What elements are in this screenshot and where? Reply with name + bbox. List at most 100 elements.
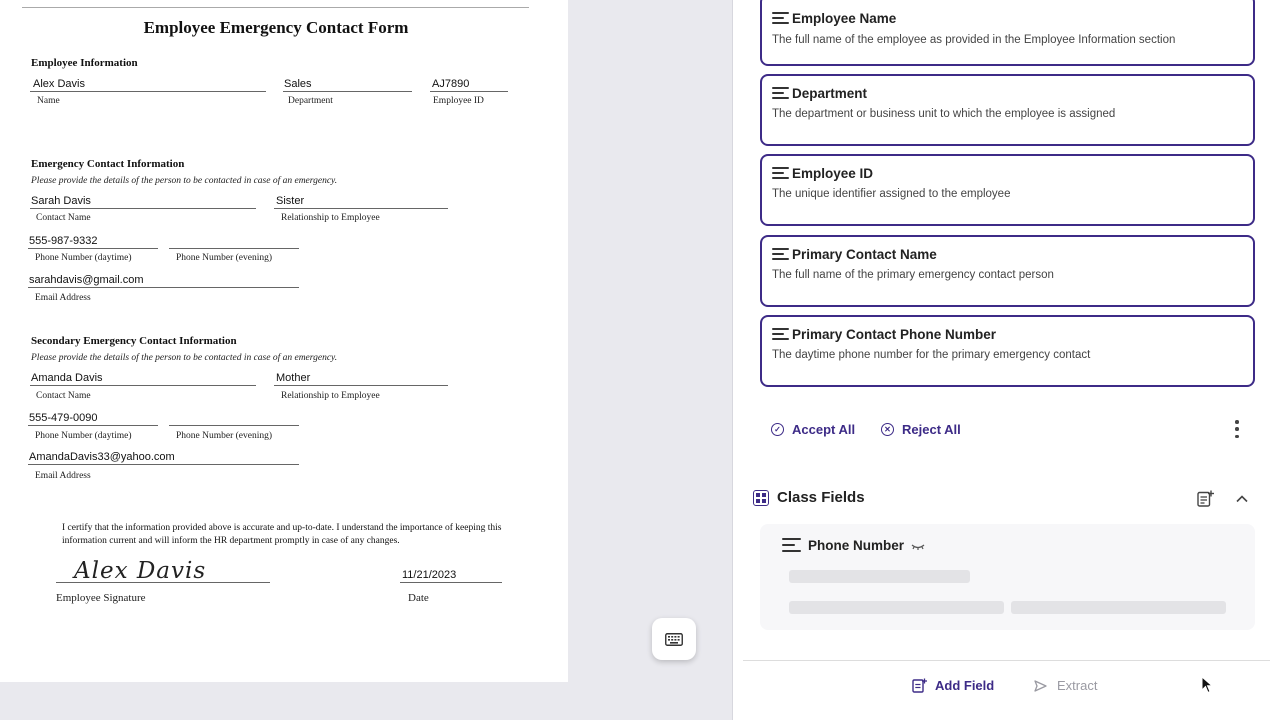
secondary-contact-name-value[interactable]: Amanda Davis [31,372,103,384]
text-lines-icon [772,167,789,180]
secondary-email-line [28,464,299,465]
emergency-contact-heading: Emergency Contact Information [31,158,185,170]
secondary-phone-day-label: Phone Number (daytime) [35,431,132,441]
field-description: The department or business unit to which… [772,108,1116,120]
secondary-contact-note: Please provide the details of the person… [31,353,338,363]
more-vertical-icon[interactable] [1231,418,1243,440]
document-page: Employee Emergency Contact Form Employee… [0,0,568,682]
extract-label: Extract [1057,678,1098,693]
primary-phone-evening-label: Phone Number (evening) [176,253,273,263]
secondary-phone-evening-label: Phone Number (evening) [176,431,273,441]
primary-contact-name-line [30,208,256,209]
field-title: Primary Contact Phone Number [792,327,997,342]
employee-name-label: Name [37,96,60,106]
chevron-up-icon[interactable] [1235,492,1249,506]
class-fields-title: Class Fields [777,489,865,506]
primary-relationship-value[interactable]: Sister [276,195,304,207]
extraction-panel: Employee Name The full name of the emplo… [732,0,1280,720]
field-card-department[interactable]: Department The department or business un… [760,74,1255,146]
send-icon [1034,679,1047,692]
signature-line [56,582,270,583]
add-field-button[interactable]: Add Field [912,678,994,693]
eye-off-icon[interactable] [911,541,925,551]
secondary-phone-evening-line[interactable] [169,425,299,426]
primary-email-line [28,287,299,288]
field-card-primary-contact-name[interactable]: Primary Contact Name The full name of th… [760,235,1255,307]
add-field-icon [912,678,927,693]
grid-icon [753,489,769,506]
emergency-contact-note: Please provide the details of the person… [31,176,338,186]
loading-skeleton [789,570,970,583]
primary-relationship-label: Relationship to Employee [281,213,380,223]
secondary-relationship-value[interactable]: Mother [276,372,310,384]
employee-name-value[interactable]: Alex Davis [33,78,85,90]
reject-all-label: Reject All [902,422,961,437]
mouse-cursor-icon [1201,676,1213,694]
text-lines-icon [782,538,801,553]
employee-id-line [430,91,508,92]
department-line [283,91,412,92]
signature-label: Employee Signature [56,592,146,604]
secondary-email-label: Email Address [35,471,91,481]
employee-id-value[interactable]: AJ7890 [432,78,469,90]
add-document-icon[interactable] [1197,490,1214,507]
primary-contact-name-label: Contact Name [36,213,91,223]
date-label: Date [408,592,429,604]
primary-phone-evening-line[interactable] [169,248,299,249]
field-description: The full name of the primary emergency c… [772,269,1054,281]
primary-email-value[interactable]: sarahdavis@gmail.com [29,274,144,286]
secondary-phone-day-value[interactable]: 555-479-0090 [29,412,98,424]
primary-phone-day-line [28,248,158,249]
primary-relationship-line [274,208,448,209]
text-lines-icon [772,328,789,341]
field-card-employee-name[interactable]: Employee Name The full name of the emplo… [760,0,1255,66]
primary-phone-day-label: Phone Number (daytime) [35,253,132,263]
keyboard-icon [665,632,683,646]
extract-button[interactable]: Extract [1034,678,1097,693]
secondary-phone-day-line [28,425,158,426]
secondary-contact-name-label: Contact Name [36,391,91,401]
secondary-relationship-label: Relationship to Employee [281,391,380,401]
secondary-email-value[interactable]: AmandaDavis33@yahoo.com [29,451,175,463]
field-card-employee-id[interactable]: Employee ID The unique identifier assign… [760,154,1255,226]
class-field-title: Phone Number [808,538,905,553]
date-value[interactable]: 11/21/2023 [402,569,456,581]
reject-all-button[interactable]: ✕ Reject All [881,422,961,437]
certification-statement: I certify that the information provided … [62,523,502,546]
keyboard-shortcuts-button[interactable] [652,618,696,660]
document-viewer-footer [0,682,568,720]
secondary-contact-heading: Secondary Emergency Contact Information [31,335,237,347]
document-title: Employee Emergency Contact Form [143,18,409,37]
primary-phone-day-value[interactable]: 555-987-9332 [29,235,98,247]
text-lines-icon [772,248,789,261]
field-title: Primary Contact Name [792,247,937,262]
date-line [400,582,502,583]
field-title: Employee Name [792,11,897,26]
accept-all-button[interactable]: ✓ Accept All [771,422,855,437]
footer-divider [743,660,1270,661]
field-title: Employee ID [792,166,874,181]
employee-info-heading: Employee Information [31,57,138,69]
accept-all-label: Accept All [792,422,856,437]
employee-signature: Alex Davis [74,558,207,584]
page-top-rule [22,7,529,8]
department-value[interactable]: Sales [284,78,312,90]
class-field-card-phone-number[interactable]: Phone Number [760,524,1255,630]
employee-id-label: Employee ID [433,96,484,106]
class-fields-header: Class Fields [753,489,865,506]
field-title: Department [792,86,868,101]
employee-name-line [30,91,266,92]
field-card-primary-contact-phone[interactable]: Primary Contact Phone Number The daytime… [760,315,1255,387]
department-label: Department [288,96,333,106]
loading-skeleton [1011,601,1226,614]
field-description: The unique identifier assigned to the em… [772,188,1011,200]
primary-email-label: Email Address [35,293,91,303]
secondary-relationship-line [274,385,448,386]
x-circle-icon: ✕ [881,423,894,436]
check-circle-icon: ✓ [771,423,784,436]
add-field-label: Add Field [935,678,995,693]
primary-contact-name-value[interactable]: Sarah Davis [31,195,91,207]
text-lines-icon [772,87,789,100]
text-lines-icon [772,12,789,25]
field-description: The full name of the employee as provide… [772,34,1176,46]
